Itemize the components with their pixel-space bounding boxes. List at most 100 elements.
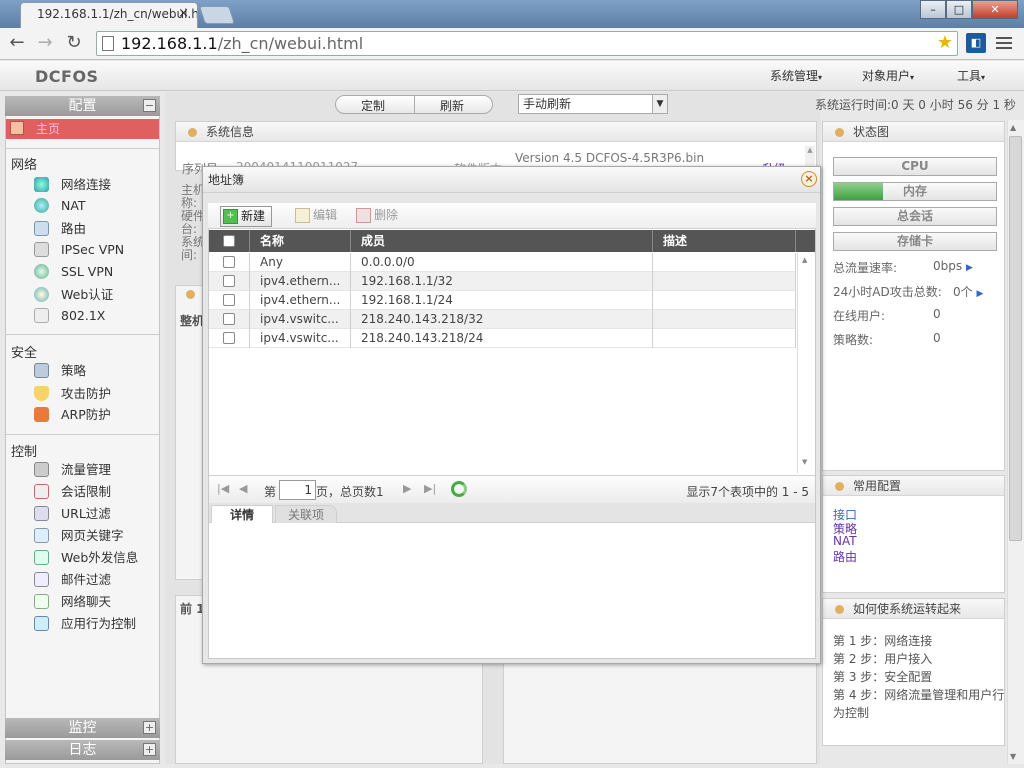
mail-icon <box>34 572 49 587</box>
grid-scrollbar[interactable]: ▲ ▼ <box>797 253 815 473</box>
tab-details[interactable]: 详情 <box>211 505 273 523</box>
stat-value[interactable]: 0个 ▶ <box>953 283 983 300</box>
traffic-rate-value: 0bps <box>933 259 963 273</box>
col-description[interactable]: 描述 <box>653 230 796 252</box>
back-icon[interactable]: ← <box>6 32 28 53</box>
menu-objects-users[interactable]: 对象用户▾ <box>862 67 914 84</box>
cpu-label: CPU <box>901 159 929 173</box>
chevron-down-icon[interactable]: ▼ <box>652 95 667 113</box>
table-row[interactable]: ipv4.ethern... 192.168.1.1/24 <box>209 291 796 310</box>
chevron-down-icon: ▾ <box>910 73 915 82</box>
browser-menu-icon[interactable] <box>996 34 1012 50</box>
reload-icon[interactable]: ↻ <box>63 32 85 53</box>
close-tab-icon[interactable]: × <box>178 3 189 25</box>
scroll-down-icon[interactable]: ▼ <box>1010 752 1016 761</box>
scroll-up-icon[interactable]: ▲ <box>802 256 807 264</box>
maximize-icon[interactable]: □ <box>946 0 972 19</box>
sidebar-item-home[interactable]: 主页 <box>6 119 159 139</box>
close-icon[interactable]: × <box>801 171 817 187</box>
new-button-label: 新建 <box>241 209 266 223</box>
row-checkbox[interactable] <box>223 256 235 268</box>
keyword-icon <box>34 528 49 543</box>
arrow-right-icon[interactable]: ▶ <box>976 289 983 299</box>
first-page-icon[interactable]: |◀ <box>217 482 229 495</box>
panel-dot-icon <box>188 128 197 137</box>
menu-label: 系统管理 <box>770 69 819 83</box>
tab-related[interactable]: 关联项 <box>275 505 337 523</box>
stat-value[interactable]: 0bps ▶ <box>933 259 973 273</box>
sidebar-config-title: 配置 <box>68 98 97 114</box>
page-number-input[interactable]: 1 <box>279 480 316 500</box>
bookmark-star-icon[interactable]: ★ <box>937 31 953 54</box>
refresh-icon[interactable] <box>451 481 467 497</box>
next-page-icon[interactable]: ▶ <box>403 482 411 495</box>
sidebar-monitor-header[interactable]: 监控 + <box>5 718 160 738</box>
sysinfo-title: 系统信息 <box>206 125 255 139</box>
shield-icon <box>34 386 49 401</box>
dialog-header[interactable]: 地址簿 <box>203 167 820 193</box>
delete-button[interactable]: 删除 <box>354 206 398 227</box>
sidebar-item-label: NAT <box>61 198 86 213</box>
sidebar-log-header[interactable]: 日志 + <box>5 740 160 760</box>
link-routing[interactable]: 路由 <box>833 548 857 565</box>
delete-button-label: 删除 <box>374 208 399 222</box>
edit-icon <box>295 208 310 223</box>
howto-title: 如何使系统运转起来 <box>853 602 962 616</box>
table-row[interactable]: ipv4.vswitc... 218.240.143.218/24 <box>209 329 796 348</box>
minimize-icon[interactable]: – <box>920 0 946 19</box>
browser-tab[interactable]: 192.168.1.1/zh_cn/webui.html× <box>20 2 198 28</box>
row-select-cell <box>209 329 250 348</box>
howto-step: 第 3 步：安全配置 <box>833 670 933 684</box>
sidebar-item-label: 应用行为控制 <box>61 616 137 631</box>
sidebar-config-header[interactable]: 配置 − <box>5 96 160 116</box>
row-checkbox[interactable] <box>223 294 235 306</box>
sidebar-item-label: 网络聊天 <box>61 594 112 609</box>
lock-icon <box>34 308 49 323</box>
menu-system-management[interactable]: 系统管理▾ <box>770 67 822 84</box>
row-checkbox[interactable] <box>223 313 235 325</box>
page-scrollbar-thumb[interactable] <box>1009 136 1022 541</box>
new-button[interactable]: + 新建 <box>220 206 272 227</box>
customize-button[interactable]: 定制 <box>361 97 385 114</box>
row-checkbox[interactable] <box>223 275 235 287</box>
select-all-checkbox[interactable] <box>223 235 235 247</box>
menu-tools[interactable]: 工具▾ <box>957 67 985 84</box>
refresh-button[interactable]: 刷新 <box>440 97 464 114</box>
forward-icon[interactable]: → <box>34 32 56 53</box>
trash-icon <box>356 208 371 223</box>
storage-bar: 存储卡 <box>833 232 997 251</box>
edit-button[interactable]: 编辑 <box>293 206 337 227</box>
collapse-icon[interactable]: − <box>143 99 156 112</box>
expand-icon[interactable]: + <box>143 721 156 734</box>
last-page-icon[interactable]: ▶| <box>424 482 436 495</box>
memory-label: 内存 <box>902 184 927 198</box>
table-row[interactable]: ipv4.vswitc... 218.240.143.218/32 <box>209 310 796 329</box>
address-bar[interactable]: 192.168.1.1/zh_cn/webui.html ★ <box>96 31 958 56</box>
web-auth-icon <box>34 287 49 302</box>
refresh-mode-select[interactable]: 手动刷新 ▼ <box>518 94 668 114</box>
table-row[interactable]: Any 0.0.0.0/0 <box>209 253 796 272</box>
web-outbound-icon <box>34 550 49 565</box>
link-nat[interactable]: NAT <box>833 534 857 548</box>
sidebar-item-label: 策略 <box>61 363 87 378</box>
scroll-down-icon[interactable]: ▼ <box>802 458 807 466</box>
new-tab-button[interactable] <box>199 6 235 24</box>
cell-name: Any <box>250 253 351 272</box>
col-member[interactable]: 成员 <box>351 230 653 252</box>
chat-icon <box>34 594 49 609</box>
browser-tab-title: 192.168.1.1/zh_cn/webui.html <box>37 7 197 21</box>
expand-icon[interactable]: + <box>143 743 156 756</box>
system-uptime: 系统运行时间:0 天 0 小时 56 分 1 秒 <box>815 98 1016 112</box>
status-title: 状态图 <box>853 125 890 139</box>
cpu-bar: CPU <box>833 157 997 176</box>
ssl-vpn-icon <box>34 264 49 279</box>
row-checkbox[interactable] <box>223 332 235 344</box>
col-name[interactable]: 名称 <box>250 230 351 252</box>
close-window-icon[interactable]: ✕ <box>972 0 1018 19</box>
extension-icon[interactable]: ◧ <box>966 33 986 53</box>
prev-page-icon[interactable]: ◀ <box>239 482 247 495</box>
arrow-right-icon[interactable]: ▶ <box>966 263 973 273</box>
scroll-up-icon[interactable]: ▲ <box>1010 123 1016 132</box>
top-label: 前 1 <box>180 602 205 616</box>
table-row[interactable]: ipv4.ethern... 192.168.1.1/32 <box>209 272 796 291</box>
